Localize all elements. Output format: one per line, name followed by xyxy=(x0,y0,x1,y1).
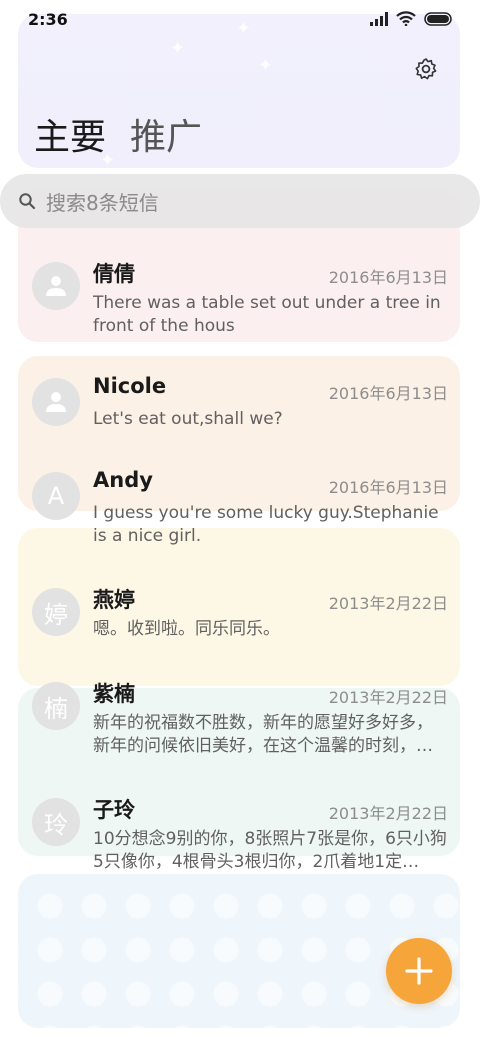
message-date: 2013年2月22日 xyxy=(328,688,448,707)
status-bar: 2:36 xyxy=(0,0,480,40)
avatar-letter: A xyxy=(32,472,80,520)
conversation-item[interactable]: A Andy 2016年6月13日 I guess you're some lu… xyxy=(0,468,480,582)
conversation-item[interactable]: 玲 子玲 2013年2月22日 10分想念9别的你，8张照片7张是你，6只小狗5… xyxy=(0,798,480,908)
wifi-icon xyxy=(396,11,416,26)
avatar xyxy=(32,378,80,426)
contact-name: 子玲 xyxy=(93,798,135,822)
new-message-button[interactable] xyxy=(386,938,452,1004)
avatar-letter: 楠 xyxy=(32,682,80,730)
gear-icon xyxy=(415,58,437,80)
message-preview: I guess you're some lucky guy.Stephanie … xyxy=(93,503,439,546)
message-preview: 嗯。收到啦。同乐同乐。 xyxy=(93,619,280,639)
contact-name: 紫楠 xyxy=(93,682,135,706)
contact-name: 倩倩 xyxy=(93,262,135,286)
person-icon xyxy=(46,392,66,412)
settings-button[interactable] xyxy=(414,57,438,81)
avatar-letter: 玲 xyxy=(32,798,80,846)
sparkle-decoration: ✦ xyxy=(170,38,186,59)
avatar xyxy=(32,262,80,310)
contact-name: Andy xyxy=(93,468,153,492)
system-icons xyxy=(370,11,454,26)
tab-main[interactable]: 主要 xyxy=(34,108,106,160)
status-time: 2:36 xyxy=(28,10,68,29)
conversation-item[interactable]: 楠 紫楠 2013年2月22日 新年的祝福数不胜数，新年的愿望好多好多，新年的问… xyxy=(0,682,480,792)
avatar-letter: 婷 xyxy=(32,588,80,636)
sparkle-decoration: ✦ xyxy=(258,55,274,76)
message-preview: 10分想念9别的你，8张照片7张是你，6只小狗5只像你，4根骨头3根归你，2爪着… xyxy=(93,829,447,872)
message-date: 2016年6月13日 xyxy=(328,268,448,287)
search-icon xyxy=(19,193,36,210)
message-date: 2013年2月22日 xyxy=(328,804,448,823)
message-preview: There was a table set out under a tree i… xyxy=(93,293,441,336)
signal-icon xyxy=(370,11,388,26)
contact-name: 燕婷 xyxy=(93,588,135,612)
message-preview: 新年的祝福数不胜数，新年的愿望好多好多，新年的问候依旧美好，在这个温馨的时刻，… xyxy=(93,713,433,756)
contact-name: Nicole xyxy=(93,374,167,398)
conversation-item[interactable]: 倩倩 2016年6月13日 There was a table set out … xyxy=(0,262,480,372)
category-tabs: 主要 推广 xyxy=(34,108,202,160)
search-placeholder: 搜索8条短信 xyxy=(46,190,159,215)
plus-icon xyxy=(405,957,433,985)
search-bar[interactable]: 搜索8条短信 xyxy=(0,174,480,228)
person-icon xyxy=(46,276,66,296)
message-date: 2013年2月22日 xyxy=(328,594,448,613)
tab-promotions[interactable]: 推广 xyxy=(130,108,202,160)
message-preview: Let's eat out,shall we? xyxy=(93,409,283,429)
message-date: 2016年6月13日 xyxy=(328,384,448,403)
battery-icon xyxy=(424,11,452,26)
message-date: 2016年6月13日 xyxy=(328,478,448,497)
